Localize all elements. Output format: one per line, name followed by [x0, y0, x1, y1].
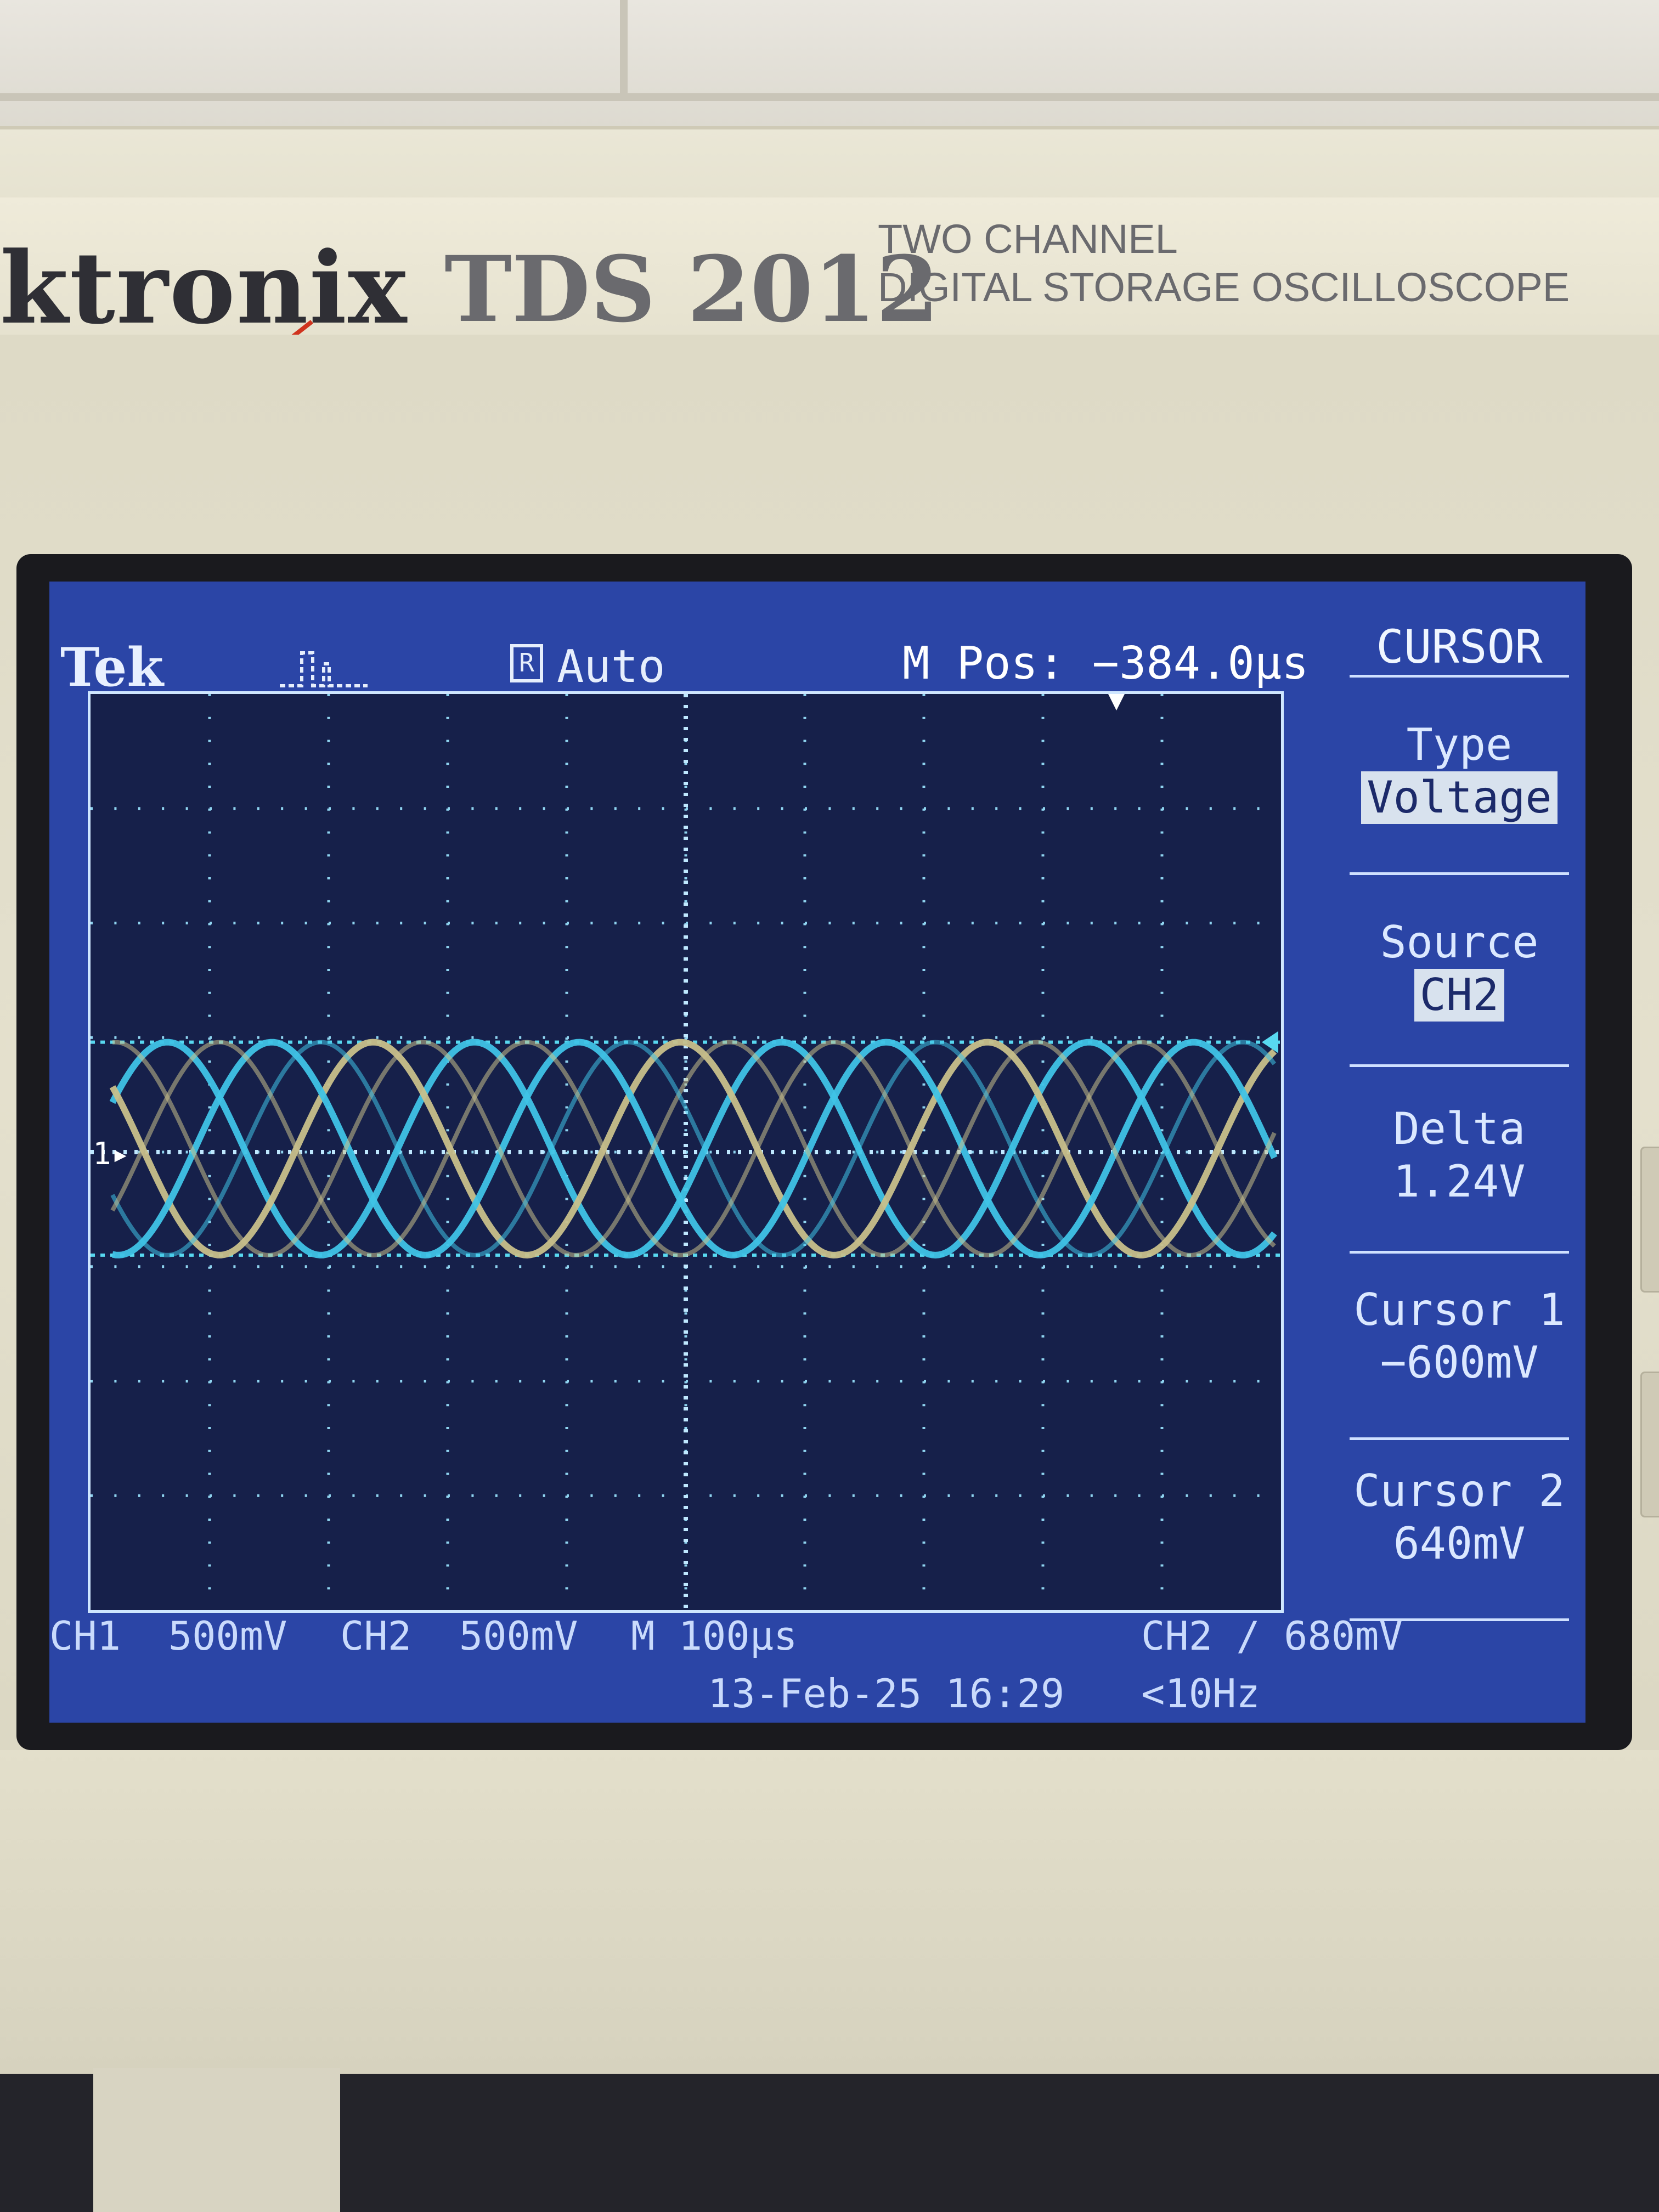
menu-item-label: Source — [1380, 917, 1539, 968]
trigger-status-icon: R — [510, 644, 543, 682]
menu-item-cursor-2[interactable]: Cursor 2 640mV — [1339, 1465, 1580, 1570]
horizontal-position: M Pos: −384.0µs — [902, 637, 1309, 690]
datetime: 13-Feb-25 16:29 — [708, 1671, 1065, 1717]
model-description: TWO CHANNEL DIGITAL STORAGE OSCILLOSCOPE — [878, 215, 1570, 312]
menu-item-value: CH2 — [1414, 969, 1505, 1022]
trigger-readout: CH2 ∕ 680mV — [1141, 1613, 1403, 1659]
side-tab — [1640, 1147, 1659, 1293]
wall-mortar-line-vertical — [620, 0, 628, 93]
brand-logo: ktronix — [0, 230, 408, 346]
model-number: TDS 2012 — [444, 236, 939, 342]
cursor-menu: CURSOR Type Voltage Source CH2 Delta 1.2… — [1339, 592, 1580, 1635]
menu-title: CURSOR — [1376, 620, 1543, 674]
graticule: 1▸ — [88, 691, 1284, 1613]
menu-item-label: Cursor 1 — [1353, 1284, 1565, 1335]
menu-item-value: Voltage — [1361, 771, 1558, 824]
waveform-display: 1▸ — [91, 694, 1281, 1610]
menu-item-delta[interactable]: Delta 1.24V — [1339, 1103, 1580, 1208]
menu-item-label: Cursor 2 — [1353, 1465, 1565, 1516]
menu-separator — [1350, 1064, 1569, 1067]
wall — [0, 0, 1659, 137]
ch1-scale: CH1 500mV — [49, 1613, 287, 1659]
wall-mortar-line — [0, 93, 1659, 101]
menu-item-value: 640mV — [1393, 1518, 1526, 1569]
readout-footer: CH1 500mV CH2 500mV M 100µs CH2 ∕ 680mV … — [49, 1613, 1585, 1723]
acquisition-mode: Auto — [557, 641, 665, 693]
menu-item-label: Delta — [1393, 1103, 1526, 1154]
acquisition-pulse-icon — [280, 647, 368, 693]
menu-separator — [1350, 675, 1569, 678]
ch1-ground-marker: 1▸ — [93, 1136, 129, 1172]
model-description-line2: DIGITAL STORAGE OSCILLOSCOPE — [878, 264, 1570, 310]
menu-separator — [1350, 1437, 1569, 1440]
side-tab — [1640, 1372, 1659, 1517]
tek-logo: Tek — [60, 636, 164, 698]
menu-item-source[interactable]: Source CH2 — [1339, 916, 1580, 1022]
trigger-position-marker — [1108, 694, 1125, 710]
instrument-foot — [93, 2068, 340, 2212]
menu-item-type[interactable]: Type Voltage — [1339, 719, 1580, 824]
menu-item-value: 1.24V — [1393, 1156, 1526, 1207]
menu-item-value: −600mV — [1380, 1337, 1539, 1388]
menu-item-label: Type — [1406, 719, 1513, 770]
menu-separator — [1350, 1251, 1569, 1254]
model-description-line1: TWO CHANNEL — [878, 216, 1178, 262]
menu-item-cursor-1[interactable]: Cursor 1 −600mV — [1339, 1284, 1580, 1389]
timebase: M 100µs — [631, 1613, 798, 1659]
trigger-frequency: <10Hz — [1141, 1671, 1260, 1717]
menu-separator — [1350, 872, 1569, 875]
oscilloscope-screen: R Auto M Pos: −384.0µs Tek 1▸ CURSOR Typ… — [49, 582, 1585, 1723]
ch2-scale: CH2 500mV — [340, 1613, 578, 1659]
